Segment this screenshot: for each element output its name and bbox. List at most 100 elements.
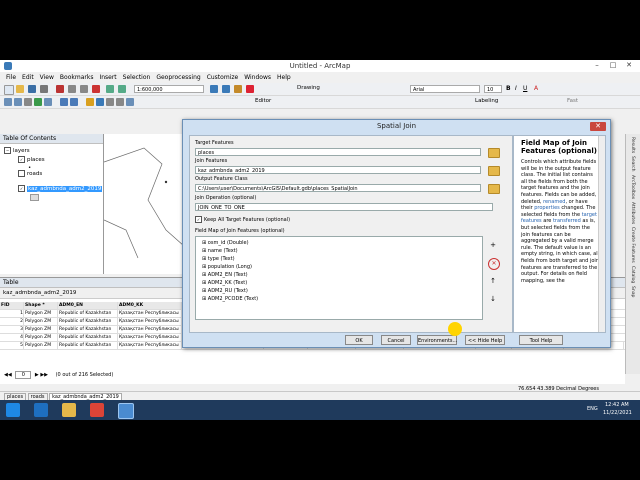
menu-view[interactable]: View bbox=[40, 74, 54, 81]
dock-tab-snap[interactable]: Snap bbox=[630, 286, 635, 297]
explorer-icon[interactable] bbox=[62, 403, 76, 417]
font-combo[interactable]: Arial bbox=[410, 85, 480, 93]
field-map-item[interactable]: ⊞ ADM2_RU (Text) bbox=[202, 288, 248, 294]
clock-date[interactable]: 11/22/2021 bbox=[603, 410, 632, 416]
dock-tab-catalog[interactable]: Catalog bbox=[630, 266, 635, 283]
undo-icon[interactable] bbox=[106, 85, 114, 93]
column-header[interactable]: Shape * bbox=[24, 302, 58, 309]
open-icon[interactable] bbox=[16, 85, 24, 93]
copy-icon[interactable] bbox=[68, 85, 76, 93]
dock-tab-search[interactable]: Search bbox=[630, 156, 635, 171]
measure-icon[interactable] bbox=[116, 98, 124, 106]
underline-icon[interactable]: U bbox=[523, 85, 527, 92]
map-view[interactable] bbox=[104, 134, 184, 274]
checkbox-checked-icon[interactable]: ✓ bbox=[195, 216, 202, 223]
join-features-combo[interactable]: kaz_admbnda_adm2_2019 bbox=[195, 166, 481, 174]
ie-icon[interactable] bbox=[34, 403, 48, 417]
browse-folder-icon[interactable] bbox=[488, 166, 500, 176]
expand-icon[interactable]: − bbox=[4, 147, 11, 154]
browse-folder-icon[interactable] bbox=[488, 184, 500, 194]
menu-help[interactable]: Help bbox=[277, 74, 291, 81]
fixed-zoom-icon[interactable] bbox=[44, 98, 52, 106]
clock-time[interactable]: 12:42 AM bbox=[605, 402, 629, 408]
zoom-in-icon[interactable] bbox=[4, 98, 12, 106]
editor-toolbar-icon[interactable] bbox=[210, 85, 218, 93]
menu-windows[interactable]: Windows bbox=[244, 74, 271, 81]
browse-folder-icon[interactable] bbox=[488, 148, 500, 158]
forward-extent-icon[interactable] bbox=[70, 98, 78, 106]
join-operation-combo[interactable]: JOIN_ONE_TO_ONE bbox=[195, 203, 493, 211]
start-icon[interactable] bbox=[6, 403, 20, 417]
output-feature-class-field[interactable]: C:\Users\user\Documents\ArcGIS\Default.g… bbox=[195, 184, 481, 192]
checkbox-checked-icon[interactable]: ✓ bbox=[18, 156, 25, 163]
arctoolbox-icon[interactable] bbox=[246, 85, 254, 93]
add-field-icon[interactable]: + bbox=[488, 240, 498, 250]
dock-tab-results[interactable]: Results bbox=[630, 137, 635, 153]
select-features-icon[interactable] bbox=[86, 98, 94, 106]
checkbox-checked-icon[interactable]: ✓ bbox=[18, 185, 25, 192]
cut-icon[interactable] bbox=[56, 85, 64, 93]
labeling-menu[interactable]: Labeling bbox=[475, 98, 498, 104]
field-map-item[interactable]: ⊞ type (Text) bbox=[202, 256, 235, 262]
checkbox-unchecked-icon[interactable] bbox=[18, 170, 25, 177]
drawing-menu[interactable]: Drawing bbox=[297, 85, 320, 91]
chrome-icon[interactable] bbox=[90, 403, 104, 417]
menu-selection[interactable]: Selection bbox=[123, 74, 151, 81]
hide-help-button[interactable]: << Hide Help bbox=[465, 335, 505, 345]
menu-insert[interactable]: Insert bbox=[99, 74, 116, 81]
map-scale-combo[interactable]: 1:600,000 bbox=[134, 85, 204, 93]
toc-layer-adm2[interactable]: ✓ kaz_admbnda_adm2_2019 bbox=[18, 185, 103, 192]
next-record-icon[interactable]: ▶ ▶▶ bbox=[35, 372, 48, 378]
paste-icon[interactable] bbox=[80, 85, 88, 93]
field-map-item[interactable]: ⊞ name (Text) bbox=[202, 248, 238, 254]
delete-field-icon[interactable]: ✕ bbox=[488, 258, 500, 270]
field-map-item[interactable]: ⊞ population (Long) bbox=[202, 264, 252, 270]
italic-icon[interactable]: I bbox=[515, 85, 517, 92]
menu-edit[interactable]: Edit bbox=[22, 74, 34, 81]
fast-label-combo[interactable]: Fast bbox=[567, 98, 578, 104]
toc-group-layers[interactable]: − layers bbox=[4, 147, 30, 154]
full-extent-icon[interactable] bbox=[34, 98, 42, 106]
tool-help-button[interactable]: Tool Help bbox=[519, 335, 563, 345]
catalog-icon[interactable] bbox=[234, 85, 242, 93]
minimize-icon[interactable]: – bbox=[590, 61, 604, 69]
back-extent-icon[interactable] bbox=[60, 98, 68, 106]
field-map-list[interactable]: ⊞ osm_id (Double) ⊞ name (Text) ⊞ type (… bbox=[195, 236, 483, 320]
help-link[interactable]: properties bbox=[534, 205, 560, 211]
find-icon[interactable] bbox=[106, 98, 114, 106]
help-link[interactable]: transferred bbox=[553, 218, 581, 224]
field-map-item[interactable]: ⊞ osm_id (Double) bbox=[202, 240, 249, 246]
hyperlink-icon[interactable] bbox=[126, 98, 134, 106]
menu-file[interactable]: File bbox=[6, 74, 16, 81]
menu-customize[interactable]: Customize bbox=[207, 74, 239, 81]
menu-bookmarks[interactable]: Bookmarks bbox=[60, 74, 94, 81]
cancel-button[interactable]: Cancel bbox=[381, 335, 411, 345]
environments-button[interactable]: Environments... bbox=[417, 335, 457, 345]
first-record-icon[interactable]: ◀◀ bbox=[4, 372, 12, 378]
field-map-item[interactable]: ⊞ ADM2_PCODE (Text) bbox=[202, 296, 258, 302]
pan-icon[interactable] bbox=[24, 98, 32, 106]
print-icon[interactable] bbox=[40, 85, 48, 93]
move-up-icon[interactable]: ↑ bbox=[488, 276, 498, 286]
toc-layer-places[interactable]: ✓ places bbox=[18, 156, 45, 163]
keep-all-option[interactable]: ✓ Keep All Target Features (optional) bbox=[195, 216, 290, 223]
new-doc-icon[interactable] bbox=[4, 85, 14, 95]
field-map-item[interactable]: ⊞ ADM2_KK (Text) bbox=[202, 280, 247, 286]
record-index-field[interactable]: 0 bbox=[15, 371, 32, 379]
field-map-item[interactable]: ⊞ ADM2_EN (Text) bbox=[202, 272, 248, 278]
font-color-icon[interactable]: A bbox=[534, 85, 538, 92]
column-header[interactable]: ADM0_KK bbox=[118, 302, 182, 309]
dock-tab-arctoolbox[interactable]: ArcToolbox bbox=[630, 175, 635, 199]
zoom-out-icon[interactable] bbox=[14, 98, 22, 106]
target-features-combo[interactable]: places bbox=[195, 148, 481, 156]
dock-tab-create-features[interactable]: Create Features bbox=[630, 227, 635, 263]
ok-button[interactable]: OK bbox=[345, 335, 373, 345]
column-header[interactable]: FID bbox=[0, 302, 24, 309]
language-indicator[interactable]: ENG bbox=[587, 406, 598, 412]
move-down-icon[interactable]: ↓ bbox=[488, 294, 498, 304]
toc-icon[interactable] bbox=[222, 85, 230, 93]
font-size-combo[interactable]: 10 bbox=[484, 85, 502, 93]
column-header[interactable]: ADM0_EN bbox=[58, 302, 118, 309]
dialog-close-icon[interactable]: ✕ bbox=[590, 122, 606, 131]
identify-icon[interactable] bbox=[96, 98, 104, 106]
